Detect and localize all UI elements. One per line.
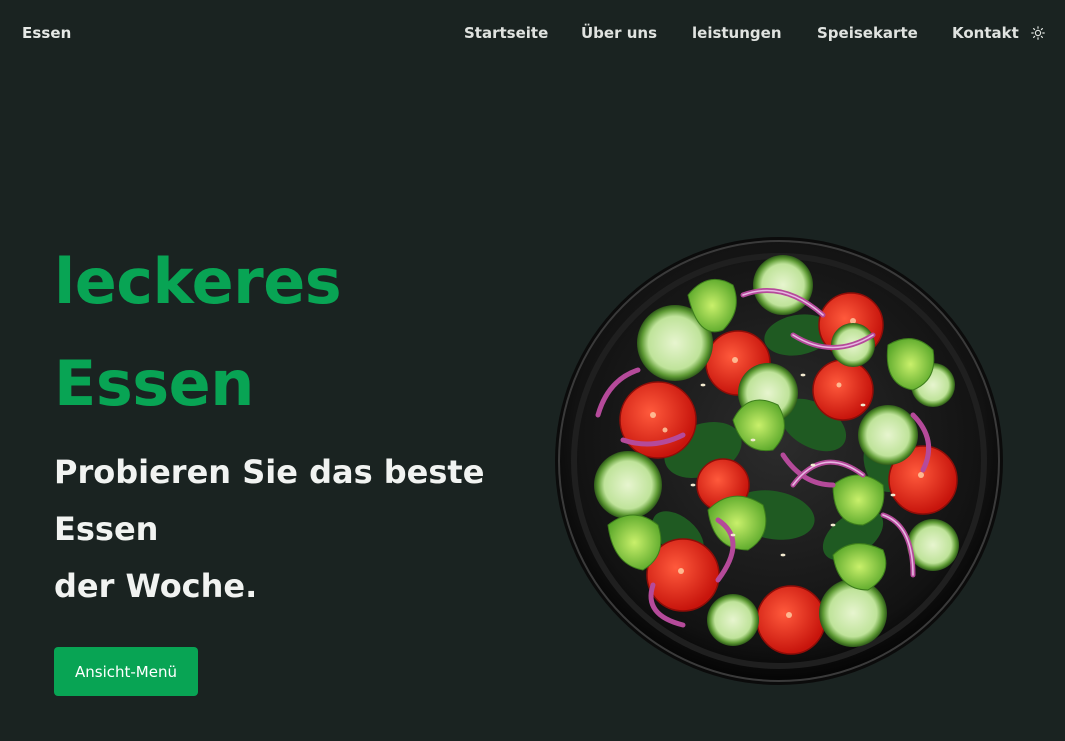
sun-icon: [1031, 26, 1045, 40]
nav-link-ueber-uns[interactable]: Über uns: [581, 24, 657, 42]
hero-subtitle-line1: Probieren Sie das beste: [54, 453, 485, 491]
view-menu-button[interactable]: Ansicht-Menü: [54, 647, 198, 696]
nav-link-startseite[interactable]: Startseite: [464, 24, 548, 42]
theme-toggle-button[interactable]: [1029, 24, 1047, 42]
brand-logo-link[interactable]: Essen: [22, 24, 71, 42]
nav-link-speisekarte[interactable]: Speisekarte: [817, 24, 918, 42]
site-header: Essen Startseite Über uns leistungen Spe…: [0, 0, 1065, 66]
hero-title-line2: Essen: [54, 347, 254, 420]
salad-bowl-image: [555, 237, 1003, 685]
nav-link-kontakt[interactable]: Kontakt: [952, 24, 1019, 42]
hero-subtitle-line3: der Woche.: [54, 567, 258, 605]
nav-link-leistungen[interactable]: leistungen: [692, 24, 782, 42]
hero-title-line1: leckeres: [54, 245, 342, 318]
hero-subtitle-line2: Essen: [54, 510, 159, 548]
page: Essen Startseite Über uns leistungen Spe…: [0, 0, 1065, 741]
